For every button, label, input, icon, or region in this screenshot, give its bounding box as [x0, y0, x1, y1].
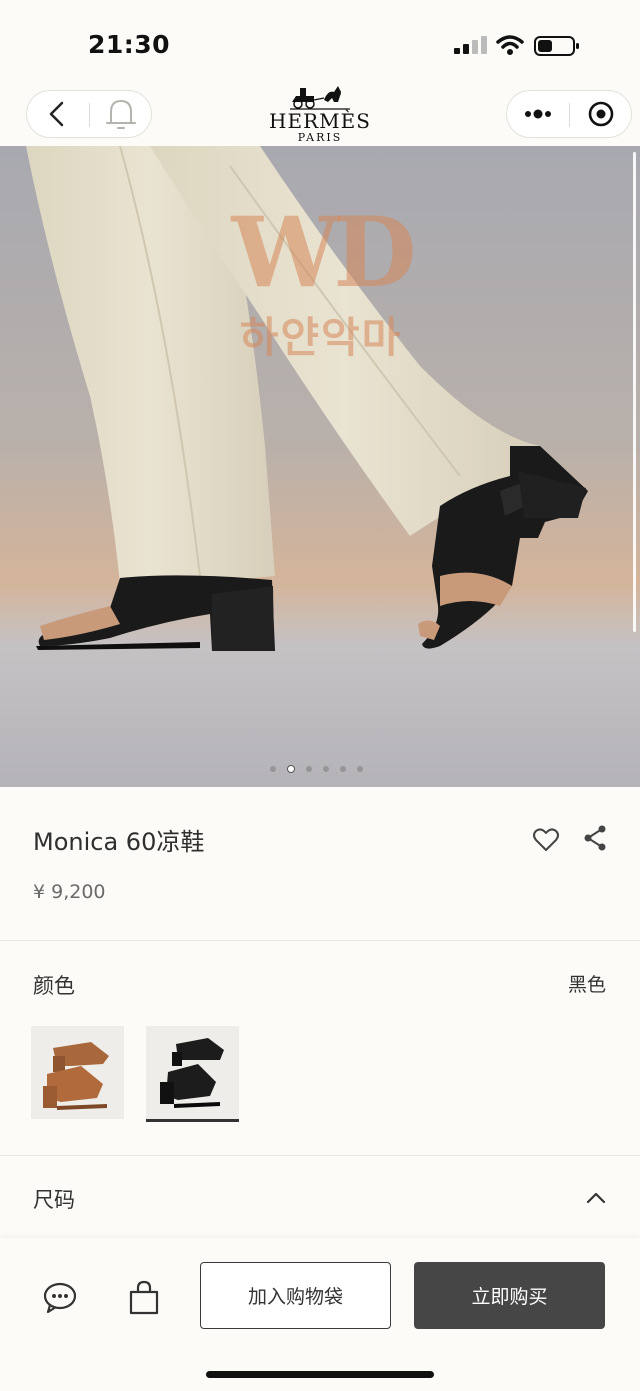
bottom-action-bar: 加入购物袋 立即购买: [0, 1238, 640, 1391]
brand-name: HERMÈS: [269, 109, 371, 133]
buy-now-button[interactable]: 立即购买: [414, 1262, 605, 1329]
color-swatch-tan[interactable]: [31, 1026, 124, 1119]
product-price: ¥ 9,200: [33, 881, 106, 903]
carousel-dot[interactable]: [357, 766, 363, 772]
battery-icon: [534, 36, 579, 56]
heart-icon: [533, 828, 559, 851]
divider: [0, 1155, 640, 1156]
carousel-dot[interactable]: [270, 766, 276, 772]
nav-capsule-left: [26, 90, 152, 138]
nav-capsule-right: [506, 90, 632, 138]
status-bar: 21:30: [0, 0, 640, 90]
black-sandal-thumbnail: [146, 1026, 239, 1119]
carousel-dot[interactable]: [323, 766, 329, 772]
signal-icon: [454, 36, 487, 54]
divider: [0, 940, 640, 941]
tan-sandal-thumbnail: [31, 1026, 124, 1119]
carousel-dot[interactable]: [306, 766, 312, 772]
brand-logo: HERMÈS PARIS: [260, 82, 380, 146]
watermark-logo: WD: [231, 196, 416, 309]
add-to-bag-button[interactable]: 加入购物袋: [200, 1262, 391, 1329]
shopping-bag-icon: [129, 1280, 159, 1315]
carousel-dot-active[interactable]: [287, 765, 295, 773]
color-swatch-black[interactable]: [146, 1026, 239, 1122]
more-button[interactable]: [507, 91, 569, 137]
customer-service-button[interactable]: [42, 1280, 78, 1316]
color-label: 颜色: [33, 974, 75, 998]
product-title: Monica 60凉鞋: [33, 828, 205, 856]
home-indicator[interactable]: [206, 1371, 434, 1378]
carousel-dots: [270, 764, 363, 774]
status-time: 21:30: [88, 30, 171, 59]
back-button[interactable]: [27, 91, 89, 137]
chevron-left-icon: [49, 101, 64, 127]
wifi-icon: [496, 35, 524, 55]
chevron-up-icon: [586, 1192, 606, 1204]
watermark: WD 하얀악마: [196, 198, 446, 398]
notification-button[interactable]: [90, 91, 152, 137]
carriage-logo-icon: [290, 86, 350, 110]
shopping-bag-button[interactable]: [126, 1280, 162, 1316]
brand-subtitle: PARIS: [297, 131, 343, 144]
scroll-indicator: [633, 152, 636, 632]
share-icon: [584, 825, 606, 851]
carousel-dot[interactable]: [340, 766, 346, 772]
nav-bar: HERMÈS PARIS: [0, 86, 640, 146]
target-close-icon: [588, 101, 614, 127]
size-expand-toggle[interactable]: [584, 1186, 608, 1210]
color-selected-value: 黑色: [567, 974, 606, 996]
product-image-carousel[interactable]: WD 하얀악마: [0, 146, 640, 787]
favorite-button[interactable]: [532, 826, 560, 854]
size-label: 尺码: [33, 1188, 75, 1212]
chat-icon: [43, 1282, 77, 1314]
close-miniprogram-button[interactable]: [570, 91, 632, 137]
bell-icon: [106, 100, 136, 129]
watermark-text: 하얀악마: [239, 313, 403, 362]
more-dots-icon: [525, 109, 551, 119]
share-button[interactable]: [582, 824, 610, 852]
